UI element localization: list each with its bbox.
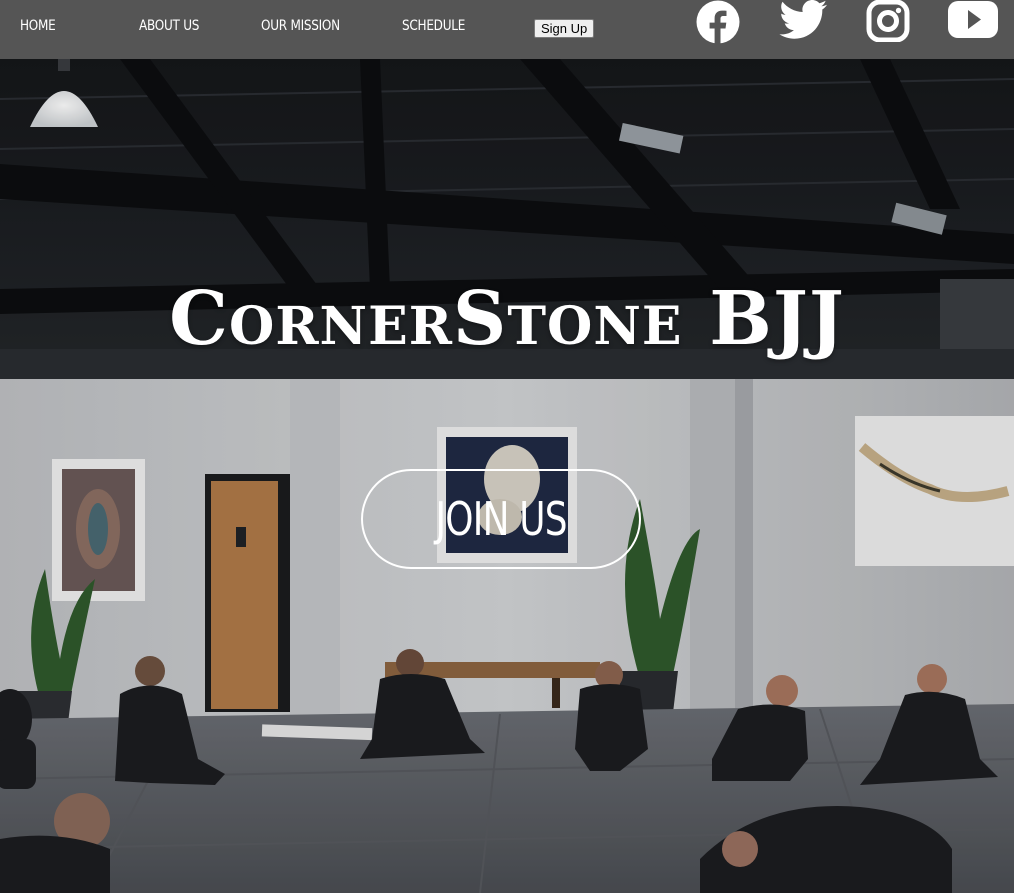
nav-home-link[interactable]: HOME xyxy=(20,18,56,34)
hero-section: CornerStone BJJ JOIN US xyxy=(0,59,1014,893)
nav-schedule-link[interactable]: SCHEDULE xyxy=(402,18,465,34)
top-navbar: HOME ABOUT US OUR MISSION SCHEDULE Sign … xyxy=(0,0,1014,59)
sign-up-button[interactable]: Sign Up xyxy=(534,19,595,38)
twitter-icon[interactable] xyxy=(778,0,828,45)
nav-about-us-link[interactable]: ABOUT US xyxy=(139,18,199,34)
instagram-icon[interactable] xyxy=(866,0,910,47)
join-us-label: JOIN US xyxy=(435,492,567,546)
facebook-icon[interactable] xyxy=(695,0,741,49)
youtube-icon[interactable] xyxy=(947,0,999,45)
join-us-button[interactable]: JOIN US xyxy=(361,469,641,569)
nav-our-mission-link[interactable]: OUR MISSION xyxy=(261,18,340,34)
hero-title: CornerStone BJJ xyxy=(169,276,845,362)
